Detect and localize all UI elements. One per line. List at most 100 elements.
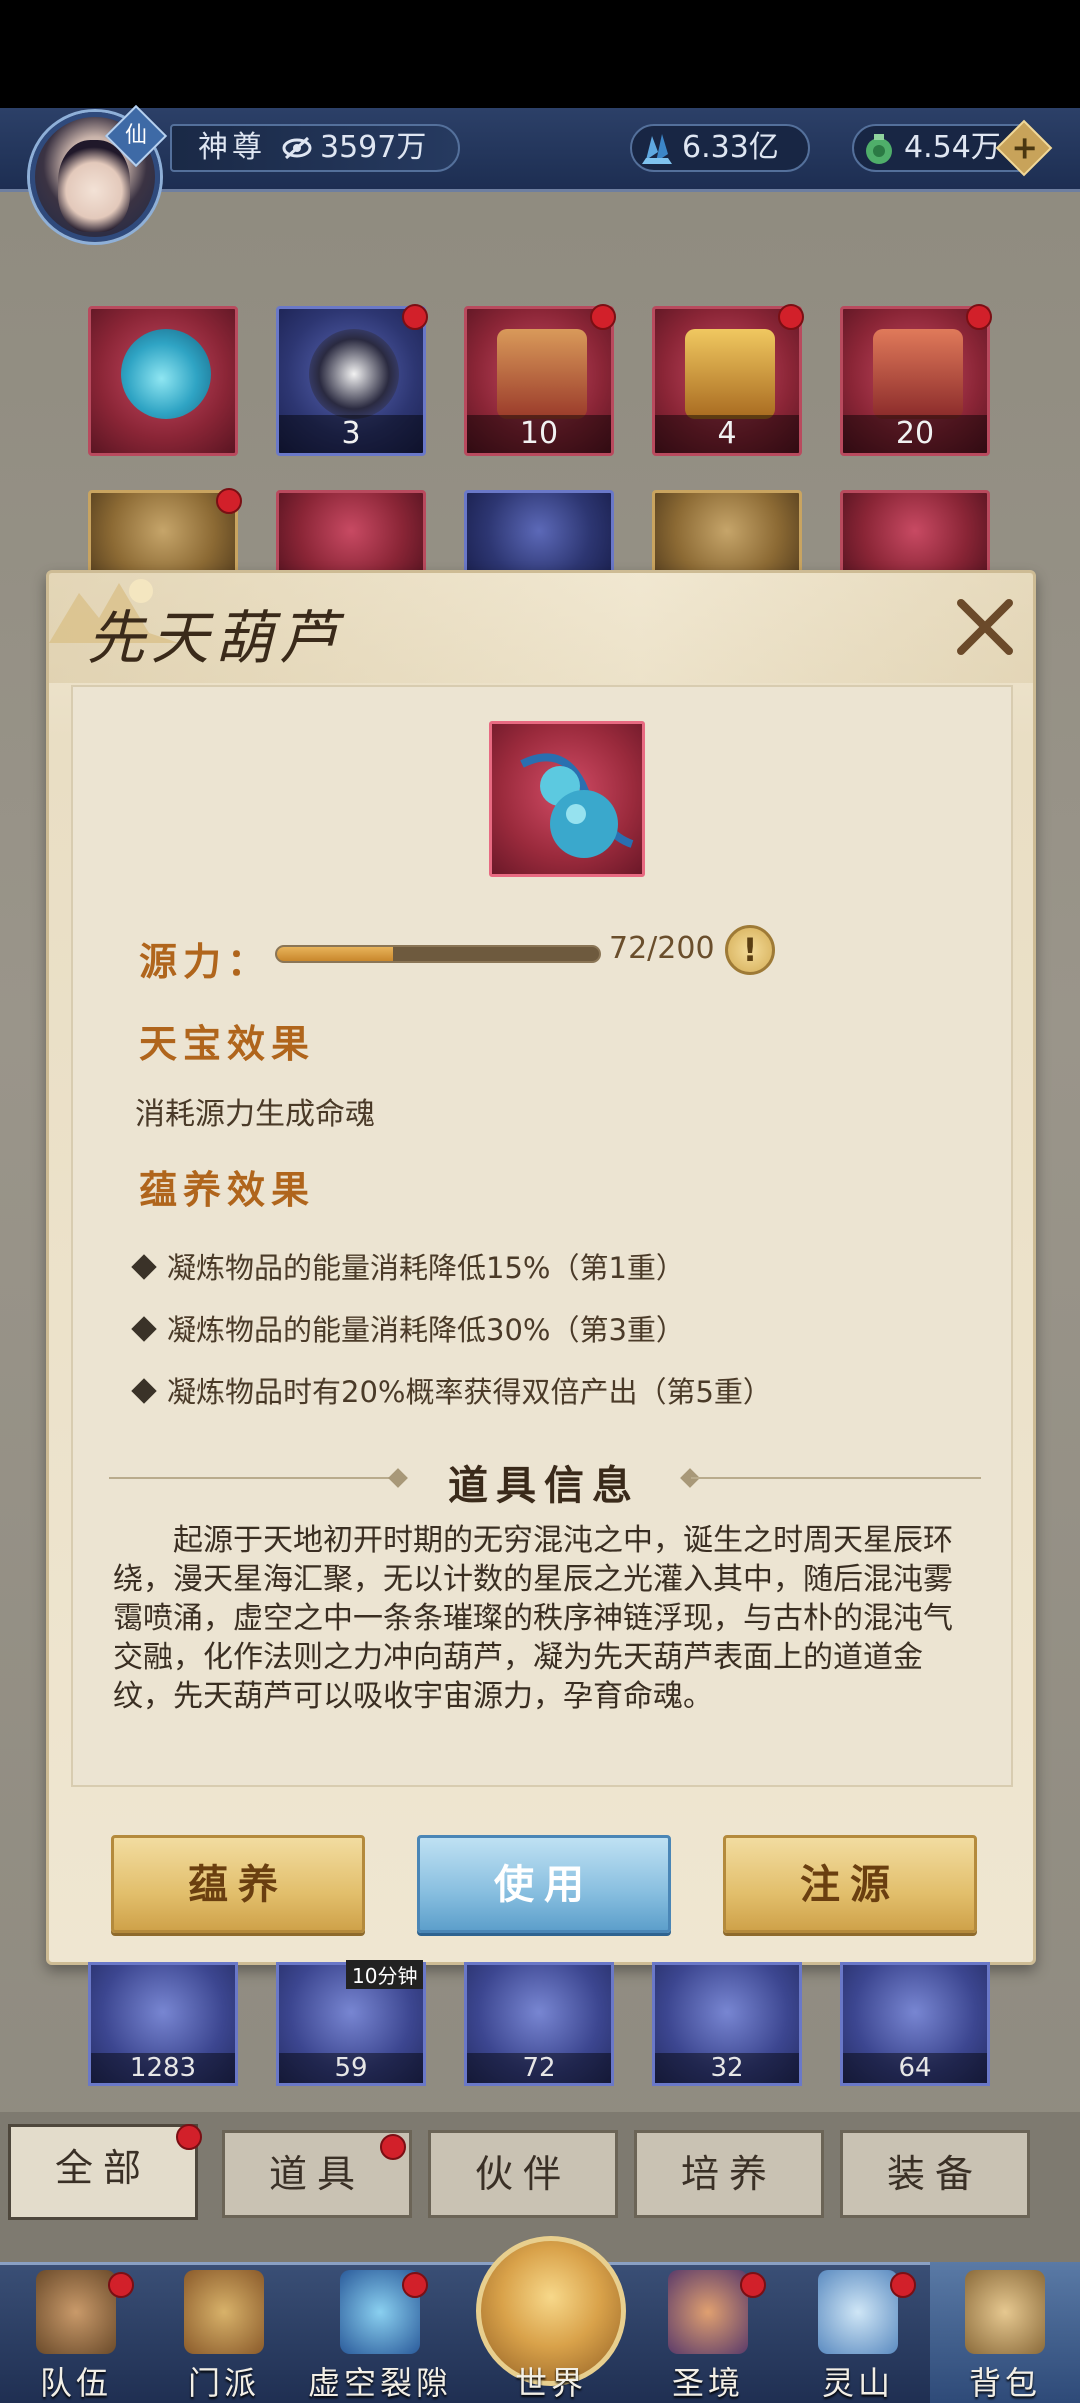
item-count: 20 bbox=[843, 415, 987, 453]
nurture-effect-item: 凝炼物品时有20%概率获得双倍产出（第5重） bbox=[131, 1369, 772, 1411]
inventory-slot-lotus[interactable]: 1283 bbox=[88, 1962, 238, 2086]
gem-currency[interactable]: 6.33亿 bbox=[630, 124, 810, 172]
inventory-slot-bagua[interactable]: 3 bbox=[276, 306, 426, 456]
golden-chest-icon bbox=[685, 329, 775, 419]
chest-icon bbox=[497, 329, 587, 419]
item-detail-dialog: 先天葫芦 源力： 72/200 ! 天宝效果 消耗源力生成命魂 蕴养效果 凝炼物… bbox=[46, 570, 1036, 1965]
nav-label: 灵山 bbox=[821, 2364, 894, 2402]
energy-progress-bar bbox=[275, 945, 601, 963]
energy-info-button[interactable]: ! bbox=[725, 925, 775, 975]
notification-dot bbox=[966, 304, 992, 330]
spirit-mountain-icon bbox=[818, 2270, 898, 2354]
inventory-slot-golden-chest[interactable]: 4 bbox=[652, 306, 802, 456]
nav-backpack[interactable]: 背包 bbox=[937, 2262, 1073, 2403]
jade-amount: 4.54万 bbox=[904, 130, 1001, 165]
tab-equipment[interactable]: 装备 bbox=[840, 2130, 1030, 2218]
use-button[interactable]: 使用 bbox=[417, 1835, 671, 1933]
energy-value: 72/200 bbox=[609, 931, 715, 966]
nav-label: 队伍 bbox=[39, 2364, 112, 2402]
inventory-slot-hero-card[interactable]: 72 bbox=[464, 1962, 614, 2086]
bagua-icon bbox=[309, 329, 399, 419]
notification-dot bbox=[176, 2124, 202, 2150]
item-count: 3 bbox=[279, 415, 423, 453]
item-count: 1283 bbox=[91, 2053, 235, 2083]
inject-source-button[interactable]: 注源 bbox=[723, 1835, 977, 1933]
nurture-button[interactable]: 蕴养 bbox=[111, 1835, 365, 1933]
diamond-bullet-icon bbox=[131, 1316, 157, 1342]
nav-sect[interactable]: 门派 bbox=[156, 2262, 292, 2403]
nav-label: 世界 bbox=[514, 2364, 587, 2402]
item-count: 72 bbox=[467, 2053, 611, 2083]
tab-cultivate[interactable]: 培养 bbox=[634, 2130, 824, 2218]
inventory-slot-orb[interactable] bbox=[276, 490, 426, 580]
backpack-icon bbox=[965, 2270, 1045, 2354]
gift-box-icon bbox=[873, 329, 963, 419]
notification-dot bbox=[216, 488, 242, 514]
item-count: 64 bbox=[843, 2053, 987, 2083]
tab-all[interactable]: 全部 bbox=[8, 2124, 198, 2220]
notification-dot bbox=[380, 2134, 406, 2160]
rank-title: 神尊 bbox=[198, 130, 266, 165]
item-lore: 起源于天地初开时期的无穷混沌之中，诞生之时周天星辰环绕，漫天星海汇聚，无以计数的… bbox=[113, 1521, 963, 1716]
notification-dot bbox=[890, 2272, 916, 2298]
rank-power-box[interactable]: 神尊 3597万 bbox=[170, 124, 460, 172]
nurture-effect-text: 凝炼物品时有20%概率获得双倍产出（第5重） bbox=[167, 1375, 772, 1409]
item-count: 10 bbox=[467, 415, 611, 453]
nav-label: 背包 bbox=[968, 2364, 1041, 2402]
combat-power-value: 3597万 bbox=[320, 130, 427, 165]
innate-gourd-item-icon bbox=[489, 721, 645, 877]
nurture-effect-text: 凝炼物品的能量消耗降低15%（第1重） bbox=[167, 1251, 685, 1285]
close-icon[interactable] bbox=[949, 591, 1021, 663]
diamond-bullet-icon bbox=[131, 1254, 157, 1280]
inventory-slot-lady-card[interactable]: 64 bbox=[840, 1962, 990, 2086]
item-lore-text: 起源于天地初开时期的无穷混沌之中，诞生之时周天星辰环绕，漫天星海汇聚，无以计数的… bbox=[113, 1523, 953, 1714]
notification-dot bbox=[108, 2272, 134, 2298]
nurture-effect-heading: 蕴养效果 bbox=[139, 1167, 316, 1212]
inventory-slot-fairy-card[interactable]: 32 bbox=[652, 1962, 802, 2086]
status-bar bbox=[0, 0, 1080, 108]
avatar-badge-label: 仙 bbox=[124, 123, 147, 148]
notification-dot bbox=[778, 304, 804, 330]
item-info-heading: 道具信息 bbox=[448, 1462, 640, 1509]
nurture-effect-item: 凝炼物品的能量消耗降低15%（第1重） bbox=[131, 1245, 685, 1287]
nav-world[interactable]: 世界 bbox=[483, 2262, 619, 2403]
notification-dot bbox=[402, 304, 428, 330]
gourd-icon bbox=[520, 753, 634, 858]
treasure-effect-text: 消耗源力生成命魂 bbox=[135, 1097, 375, 1132]
blue-crystal-icon bbox=[642, 134, 672, 164]
dialog-title: 先天葫芦 bbox=[87, 604, 344, 672]
item-count: 4 bbox=[655, 415, 799, 453]
inventory-slot-chest[interactable]: 10 bbox=[464, 306, 614, 456]
notification-dot bbox=[590, 304, 616, 330]
inventory-slot-ring[interactable] bbox=[652, 490, 802, 580]
notification-dot bbox=[402, 2272, 428, 2298]
gourd-icon bbox=[121, 329, 211, 419]
treasure-effect-heading: 天宝效果 bbox=[139, 1021, 316, 1066]
inventory-slot-fragment[interactable] bbox=[840, 490, 990, 580]
plus-icon: + bbox=[1011, 128, 1039, 167]
jade-pouch-icon bbox=[866, 134, 892, 164]
energy-progress-fill bbox=[277, 947, 393, 961]
inventory-slot-gourd[interactable] bbox=[88, 306, 238, 456]
gem-amount: 6.33亿 bbox=[682, 130, 779, 165]
item-count: 59 bbox=[279, 2053, 423, 2083]
notification-dot bbox=[740, 2272, 766, 2298]
nav-label: 虚空裂隙 bbox=[307, 2364, 452, 2402]
energy-label: 源力： bbox=[139, 939, 272, 984]
nav-label: 门派 bbox=[187, 2364, 260, 2402]
sect-icon bbox=[184, 2270, 264, 2354]
nav-void-rift[interactable]: 虚空裂隙 bbox=[300, 2262, 460, 2403]
timer-tag: 10分钟 bbox=[346, 1960, 424, 1989]
combat-power-icon bbox=[282, 136, 312, 160]
team-icon bbox=[36, 2270, 116, 2354]
inventory-slot-gift-box[interactable]: 20 bbox=[840, 306, 990, 456]
item-count: 32 bbox=[655, 2053, 799, 2083]
nurture-effect-item: 凝炼物品的能量消耗降低30%（第3重） bbox=[131, 1307, 685, 1349]
holy-realm-icon bbox=[668, 2270, 748, 2354]
nav-label: 圣境 bbox=[671, 2364, 744, 2402]
divider-right bbox=[691, 1477, 981, 1479]
nurture-effect-text: 凝炼物品的能量消耗降低30%（第3重） bbox=[167, 1313, 685, 1347]
tab-partners[interactable]: 伙伴 bbox=[428, 2130, 618, 2218]
inventory-slot-sphere[interactable] bbox=[464, 490, 614, 580]
diamond-bullet-icon bbox=[131, 1378, 157, 1404]
